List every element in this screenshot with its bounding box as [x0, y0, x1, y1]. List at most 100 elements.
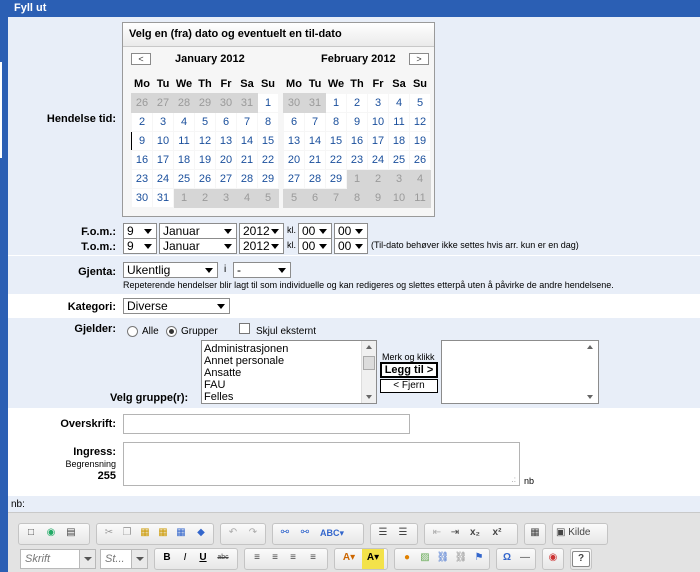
- calendar-day[interactable]: 2: [131, 111, 153, 132]
- add-group-button[interactable]: Legg til >: [380, 362, 438, 378]
- font-select[interactable]: Skrift: [20, 549, 96, 569]
- remove-group-button[interactable]: < Fjern: [380, 379, 438, 393]
- calendar-day[interactable]: 11: [409, 187, 431, 208]
- calendar-day[interactable]: 27: [215, 168, 237, 189]
- calendar-day[interactable]: 28: [236, 168, 258, 189]
- underline-button[interactable]: U: [194, 549, 212, 569]
- calendar-day[interactable]: 9: [346, 111, 368, 132]
- calendar-day[interactable]: 17: [152, 149, 174, 170]
- paste-text-icon[interactable]: ▦: [154, 524, 172, 544]
- undo-icon[interactable]: ↶: [224, 524, 242, 544]
- calendar-day[interactable]: 27: [152, 92, 174, 113]
- eraser-icon[interactable]: ◆: [192, 524, 210, 544]
- spellcheck-icon[interactable]: ABC▾: [318, 524, 346, 544]
- calendar-day[interactable]: 19: [194, 149, 216, 170]
- list-item[interactable]: Annet personale: [202, 355, 376, 367]
- new-page-icon[interactable]: □: [22, 524, 40, 544]
- calendar-day[interactable]: 19: [409, 130, 431, 151]
- calendar-day[interactable]: 4: [173, 111, 195, 132]
- calendar-day[interactable]: 29: [194, 92, 216, 113]
- calendar-day[interactable]: 28: [304, 168, 326, 189]
- calendar-day[interactable]: 12: [409, 111, 431, 132]
- superscript-icon[interactable]: x²: [488, 524, 506, 544]
- calendar-day[interactable]: 29: [325, 168, 347, 189]
- calendar-day[interactable]: 13: [215, 130, 237, 151]
- list-item[interactable]: Administrasjonen: [202, 343, 376, 355]
- calendar-day[interactable]: 5: [283, 187, 305, 208]
- to-minute-select[interactable]: 00: [334, 238, 368, 254]
- calendar-day[interactable]: 21: [236, 149, 258, 170]
- bg-color-icon[interactable]: A▾: [362, 549, 384, 569]
- calendar-day[interactable]: 30: [131, 187, 153, 208]
- copy-icon[interactable]: ❐: [118, 524, 136, 544]
- align-right-icon[interactable]: ≡: [284, 549, 302, 569]
- redo-icon[interactable]: ↷: [244, 524, 262, 544]
- calendar-day[interactable]: 20: [283, 149, 305, 170]
- calendar-day[interactable]: 18: [173, 149, 195, 170]
- from-hour-select[interactable]: 00: [298, 223, 332, 239]
- bold-button[interactable]: B: [158, 549, 176, 569]
- calendar-day[interactable]: 8: [346, 187, 368, 208]
- calendar-day[interactable]: 16: [131, 149, 153, 170]
- calendar-day[interactable]: 30: [283, 92, 305, 113]
- calendar-day[interactable]: 31: [236, 92, 258, 113]
- to-hour-select[interactable]: 00: [298, 238, 332, 254]
- special-char-icon[interactable]: Ω: [498, 549, 516, 569]
- calendar-day[interactable]: 10: [367, 111, 389, 132]
- to-year-select[interactable]: 2012: [239, 238, 284, 254]
- repeat-select[interactable]: Ukentlig: [123, 262, 218, 278]
- from-year-select[interactable]: 2012: [239, 223, 284, 239]
- calendar-day[interactable]: 23: [131, 168, 153, 189]
- calendar-day[interactable]: 11: [388, 111, 410, 132]
- link-icon[interactable]: ⛓: [434, 549, 452, 569]
- paste-icon[interactable]: ▦: [136, 524, 154, 544]
- repeat-interval-select[interactable]: -: [233, 262, 291, 278]
- calendar-day[interactable]: 10: [152, 130, 174, 151]
- smiley-icon[interactable]: ●: [398, 549, 416, 569]
- list-item[interactable]: Felles: [202, 391, 376, 403]
- numbered-list-icon[interactable]: ☰: [374, 524, 392, 544]
- calendar-day[interactable]: 4: [236, 187, 258, 208]
- print-icon[interactable]: ▤: [62, 524, 80, 544]
- selected-groups-listbox[interactable]: [441, 340, 599, 404]
- calendar-day[interactable]: 4: [409, 168, 431, 189]
- calendar-day[interactable]: 6: [215, 111, 237, 132]
- size-select[interactable]: St...: [100, 549, 148, 569]
- italic-button[interactable]: I: [176, 549, 194, 569]
- groups-scrollbar[interactable]: [361, 341, 376, 403]
- calendar-day[interactable]: 5: [409, 92, 431, 113]
- calendar-day[interactable]: 21: [304, 149, 326, 170]
- calendar-day[interactable]: 3: [388, 168, 410, 189]
- strike-button[interactable]: abc: [214, 549, 232, 569]
- calendar-day[interactable]: 18: [388, 130, 410, 151]
- to-month-select[interactable]: Januar: [159, 238, 237, 254]
- calendar-day[interactable]: 2: [194, 187, 216, 208]
- calendar-day[interactable]: 8: [325, 111, 347, 132]
- from-month-select[interactable]: Januar: [159, 223, 237, 239]
- prev-month-button[interactable]: <: [131, 53, 151, 65]
- calendar-day[interactable]: 22: [257, 149, 279, 170]
- calendar-day[interactable]: 7: [304, 111, 326, 132]
- outdent-icon[interactable]: ⇤: [428, 524, 446, 544]
- bullet-list-icon[interactable]: ☰: [394, 524, 412, 544]
- image-icon[interactable]: ▨: [416, 549, 434, 569]
- calendar-day[interactable]: 22: [325, 149, 347, 170]
- source-button[interactable]: ▣ Kilde: [556, 524, 606, 544]
- align-center-icon[interactable]: ≡: [266, 549, 284, 569]
- calendar-day[interactable]: 1: [257, 92, 279, 113]
- calendar-day[interactable]: 26: [194, 168, 216, 189]
- from-minute-select[interactable]: 00: [334, 223, 368, 239]
- next-month-button[interactable]: >: [409, 53, 429, 65]
- paste-word-icon[interactable]: ▦: [172, 524, 190, 544]
- text-color-icon[interactable]: A▾: [338, 549, 360, 569]
- calendar-day[interactable]: 9: [367, 187, 389, 208]
- table-icon[interactable]: ▦: [526, 524, 544, 544]
- calendar-day[interactable]: 7: [236, 111, 258, 132]
- calendar-day[interactable]: 13: [283, 130, 305, 151]
- groups-listbox[interactable]: Administrasjonen Annet personale Ansatte…: [201, 340, 377, 404]
- calendar-day[interactable]: 30: [215, 92, 237, 113]
- calendar-day[interactable]: 28: [173, 92, 195, 113]
- calendar-day[interactable]: 26: [409, 149, 431, 170]
- selected-groups-scrollbar[interactable]: [583, 341, 598, 403]
- calendar-day[interactable]: 31: [152, 187, 174, 208]
